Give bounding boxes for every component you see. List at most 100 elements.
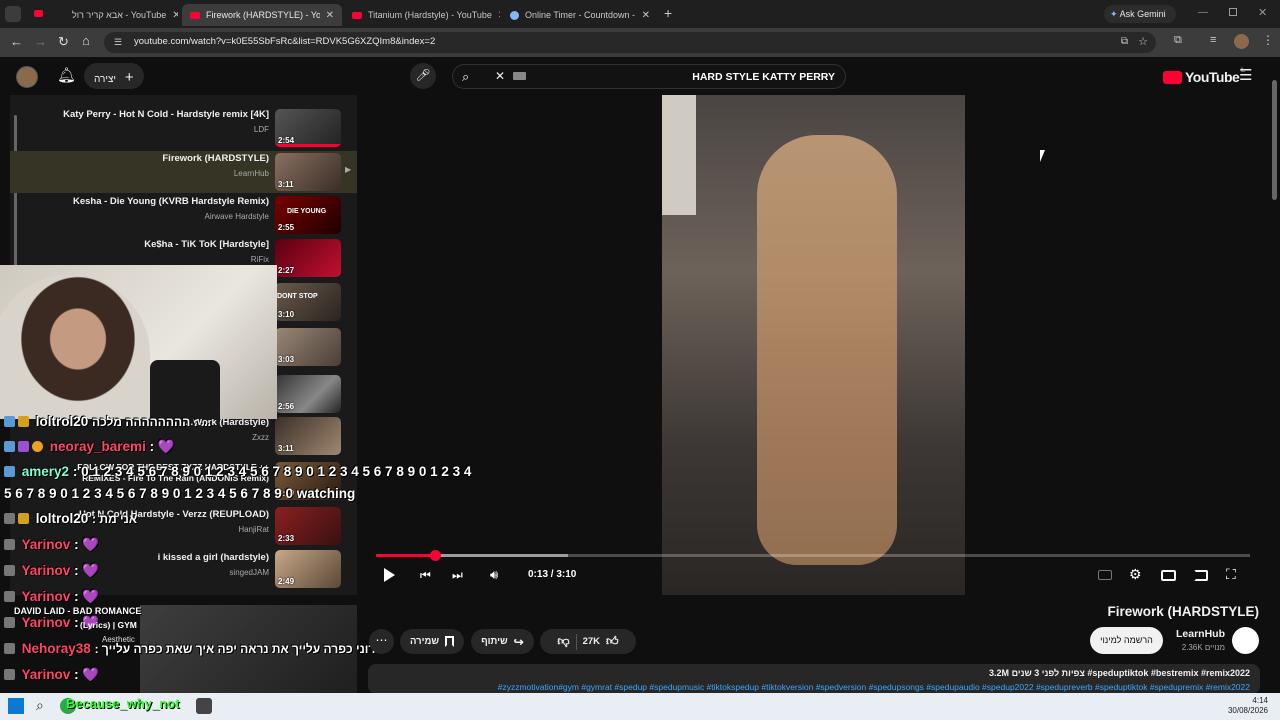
cast-icon[interactable] (1194, 570, 1208, 581)
search-box[interactable]: ⌕ ✕ HARD STYLE KATTY PERRY (452, 64, 846, 89)
chat-message: Yarinov : 💜 (4, 667, 99, 683)
channel-name[interactable]: LearnHub (1176, 628, 1225, 640)
close-tab-icon[interactable]: ✕ (166, 10, 178, 21)
fullscreen-icon[interactable]: ⛶ (1226, 566, 1236, 583)
playlist-item-current[interactable]: Firework (HARDSTYLE) LearnHub 3:11 ▶ (10, 151, 357, 193)
timer-favicon-icon (510, 10, 519, 20)
ask-gemini-label: Ask Gemini (1119, 9, 1166, 19)
volume-icon[interactable]: 🔊︎ (490, 567, 498, 583)
miniplayer-icon[interactable] (1161, 570, 1176, 581)
youtube-play-logo-icon (1163, 70, 1182, 84)
video-player[interactable] (662, 95, 965, 595)
playlist-item-thumbnail[interactable]: 2:54 (275, 109, 341, 147)
playlist-item[interactable]: Katy Perry - Hot N Cold - Hardstyle remi… (10, 107, 357, 149)
previous-icon[interactable]: ⏮︎ (420, 568, 431, 583)
start-icon[interactable] (8, 698, 24, 714)
save-button[interactable]: שמירה (400, 629, 464, 654)
forward-icon[interactable]: → (34, 34, 47, 49)
menu-kebab-icon[interactable]: ⋮ (1262, 33, 1274, 47)
clear-search-icon[interactable]: ✕ (495, 69, 505, 83)
playlist-item-thumbnail[interactable]: 3:11 (275, 417, 341, 455)
reload-icon[interactable]: ↻ (58, 34, 69, 50)
notifications-bell-icon[interactable]: 🔔︎ (57, 66, 76, 84)
url-text[interactable]: youtube.com/watch?v=k0E55SbFsRc&list=RDV… (134, 36, 435, 47)
playlist-item-channel: Airwave Hardstyle (204, 212, 269, 221)
gemini-icon: ✦ (1110, 9, 1118, 19)
keyboard-icon[interactable] (513, 72, 526, 80)
playlist-item-thumbnail[interactable]: 3:03 (275, 328, 341, 366)
search-input[interactable]: HARD STYLE KATTY PERRY (692, 71, 835, 83)
minimize-icon[interactable]: — (1198, 7, 1208, 18)
dislike-icon[interactable]: 👎︎ (557, 634, 569, 649)
extensions-icon[interactable]: ⧉ (1174, 34, 1182, 47)
voice-search-button[interactable]: 🎤︎ (410, 63, 436, 89)
close-window-icon[interactable]: ✕ (1258, 6, 1267, 19)
home-icon[interactable]: ⌂ (82, 33, 90, 48)
search-icon[interactable]: ⌕ (462, 69, 469, 85)
channel-avatar[interactable] (1232, 627, 1259, 654)
close-tab-icon[interactable]: ✕ (320, 10, 334, 21)
playlist-item-title: i kissed a girl (hardstyle) (157, 552, 269, 563)
description-box[interactable]: 3.2M צפיות לפני 3 שנים #speduptiktok #be… (368, 664, 1260, 694)
play-button[interactable] (384, 568, 395, 582)
settings-gear-icon[interactable]: ⚙ (1129, 566, 1142, 583)
ask-gemini-button[interactable]: ✦ Ask Gemini (1104, 5, 1176, 23)
create-button[interactable]: יצירה + (84, 63, 144, 89)
chat-message: loltrol20 הההההההה מלכה : ... (4, 414, 211, 429)
tab-label: Online Timer - Countdown - vC (525, 10, 636, 20)
clock[interactable]: 4:14 30/08/2026 (1228, 696, 1268, 716)
close-tab-icon[interactable]: ✕ (636, 10, 650, 21)
restore-icon[interactable] (1229, 8, 1237, 16)
youtube-logo[interactable]: YouTube IL (1163, 68, 1245, 85)
profile-avatar[interactable] (1234, 34, 1249, 49)
next-icon[interactable]: ⏭︎ (452, 568, 463, 583)
subtitles-icon[interactable] (1098, 570, 1112, 580)
page-scrollbar[interactable] (1272, 80, 1277, 200)
playlist-item-thumbnail[interactable]: DONT STOP 3:10 (275, 283, 341, 321)
account-avatar[interactable] (16, 66, 38, 88)
tab-label: אבא קריר רול - YouTube (72, 10, 167, 20)
address-bar[interactable]: ☰ youtube.com/watch?v=k0E55SbFsRc&list=R… (104, 32, 1156, 53)
chat-message: Yarinov : 💜 (4, 589, 99, 605)
chat-message: Yarinov : 💜 (4, 563, 99, 579)
subscribe-button[interactable]: הרשמה למינוי (1090, 627, 1163, 654)
playlist-item-duration: 3:11 (278, 180, 294, 189)
tab-search-button[interactable] (5, 6, 21, 22)
like-count[interactable]: 27K (583, 636, 600, 647)
playlist-item-thumbnail[interactable]: 2:49 (275, 550, 341, 588)
playlist-item-thumbnail[interactable]: 2:56 (275, 375, 341, 413)
media-control-icon[interactable]: ≡ (1210, 34, 1216, 46)
site-info-icon[interactable]: ☰ (114, 37, 122, 48)
progress-bar[interactable] (376, 550, 1250, 561)
chat-badge-icon (4, 591, 15, 602)
progress-scrubber[interactable] (430, 550, 442, 561)
chat-badge-icon (4, 466, 15, 477)
playlist-item-thumbnail[interactable]: 2:33 (275, 507, 341, 545)
taskbar-app-icon[interactable] (196, 698, 212, 714)
hamburger-menu-icon[interactable]: ☰ (1239, 66, 1252, 84)
tab-4[interactable]: Online Timer - Countdown - vC ✕ (502, 4, 658, 26)
share-button[interactable]: שיתוף ↪ (471, 629, 534, 654)
views-line: 3.2M צפיות לפני 3 שנים #speduptiktok #be… (989, 668, 1250, 678)
chat-text: : רוני כפרה עלייך את נראה יפה איך שאת כפ… (94, 642, 376, 656)
close-tab-icon[interactable]: ✕ (492, 10, 500, 21)
tab-3[interactable]: Titanium (Hardstyle) - YouTube ✕ (344, 4, 500, 26)
more-actions-button[interactable]: ⋯ (369, 629, 394, 654)
playlist-item-thumbnail[interactable]: 2:27 (275, 239, 341, 277)
chat-text: : 💜 (74, 563, 100, 578)
chat-text: : אני מת (92, 512, 138, 526)
chat-username: neoray_baremi (49, 439, 146, 454)
hashtags-line[interactable]: #zyzzmotivation#gym #gymrat #spedup #spe… (498, 682, 1250, 692)
tab-2[interactable]: Firework (HARDSTYLE) - YouTube ✕ (182, 4, 342, 26)
microphone-icon: 🎤︎ (415, 68, 431, 82)
playlist-item-thumbnail[interactable]: 3:11 (275, 153, 341, 191)
playlist-item[interactable]: Kesha - Die Young (KVRB Hardstyle Remix)… (10, 194, 357, 236)
like-icon[interactable]: 👍︎ (606, 634, 619, 649)
playlist-item-thumbnail[interactable]: DIE YOUNG 2:55 (275, 196, 341, 234)
new-tab-icon[interactable]: + (664, 5, 672, 21)
tab-1[interactable]: אבא קריר רול - YouTube ✕ (64, 4, 178, 26)
install-icon[interactable]: ⧉ (1121, 36, 1128, 47)
taskbar-search-icon[interactable]: ⌕ (36, 697, 44, 714)
bookmark-star-icon[interactable]: ☆ (1138, 35, 1148, 48)
back-icon[interactable]: ← (10, 34, 23, 49)
